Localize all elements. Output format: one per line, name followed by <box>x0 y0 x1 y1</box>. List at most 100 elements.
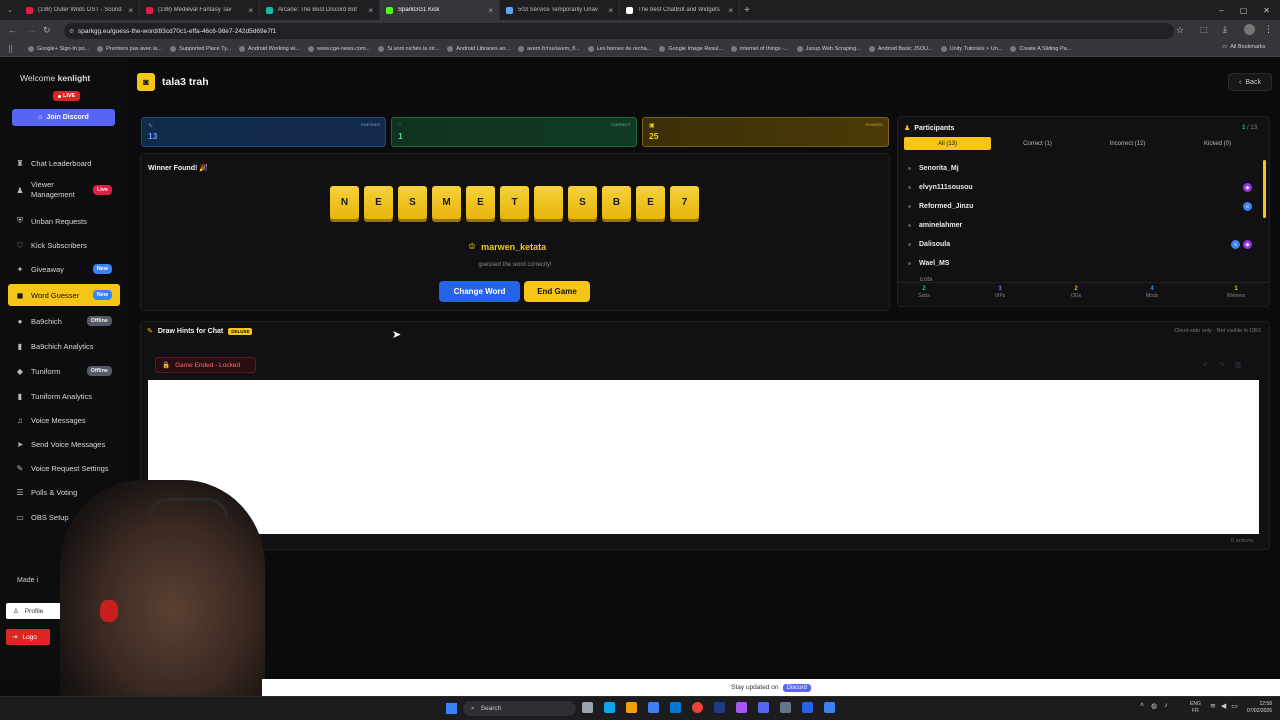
sidebar-item[interactable]: ◼ Word Guesser New <box>8 284 120 306</box>
forward-nav-icon[interactable]: → <box>27 25 36 35</box>
bookmark-item[interactable]: Supported Place Ty... <box>170 46 231 52</box>
bookmark-item[interactable]: Google+ Sign-In po... <box>28 46 89 52</box>
reload-icon[interactable]: ↻ <box>43 25 51 36</box>
discord-link[interactable]: Discord <box>782 683 811 692</box>
participant-row[interactable]: elvyn111sousou ◆ <box>908 179 1258 196</box>
drawing-canvas[interactable] <box>148 380 1259 534</box>
sidebar-item[interactable]: ♫ Voice Messages <box>8 409 120 431</box>
browser-tab[interactable]: Arcane: The Best Discord Bot × <box>260 0 380 20</box>
redo-icon[interactable]: ↷ <box>1219 361 1225 369</box>
bookmark-item[interactable]: Unity Tutorials > Un... <box>940 46 1002 52</box>
close-tab-icon[interactable]: × <box>248 6 253 15</box>
bookmark-item[interactable]: Jsoup Web Scraping... <box>796 46 861 52</box>
browser-tab[interactable]: (198) Medieval Fantasy Tav × <box>140 0 260 20</box>
taskbar-search[interactable]: ⌕ Search <box>463 701 576 716</box>
tab-correct[interactable]: Correct (1) <box>994 137 1081 150</box>
app-icon[interactable] <box>802 702 813 713</box>
trash-icon[interactable]: ▥ <box>1235 361 1242 369</box>
tab-incorrect[interactable]: Incorrect (12) <box>1084 137 1171 150</box>
bookmark-item[interactable]: www.cge-news.com... <box>308 46 370 52</box>
windows-start-icon[interactable] <box>446 703 457 714</box>
bookmark-item[interactable]: Si sont nichés la str... <box>378 46 439 52</box>
clock[interactable]: 12:58 07/02/2026 <box>1238 701 1272 715</box>
browser-tab[interactable]: The best ChatBot and Widgets × <box>620 0 740 20</box>
close-tab-icon[interactable]: × <box>368 6 373 15</box>
outlook-icon[interactable] <box>670 702 681 713</box>
tray-app-icon[interactable]: ◍ <box>1151 702 1157 710</box>
participant-row[interactable]: aminelahmer <box>908 217 1258 234</box>
browser-tab[interactable]: (198) Outer Wilds OST - Sound × <box>20 0 140 20</box>
task-view-icon[interactable] <box>582 702 593 713</box>
sidebar-item[interactable]: ♜ Chat Leaderboard <box>8 152 120 174</box>
back-nav-icon[interactable]: ← <box>8 25 17 35</box>
participant-row[interactable]: Senorita_Mj <box>908 160 1258 177</box>
volume-icon[interactable]: ◀ <box>1221 702 1226 710</box>
logout-button[interactable]: ⇥ Logo <box>6 629 50 645</box>
browser-menu-icon[interactable]: ⋮ <box>1264 24 1273 35</box>
battery-icon[interactable]: ▭ <box>1231 702 1238 710</box>
site-info-icon[interactable]: ⚙ <box>69 28 74 35</box>
tray-mic-icon[interactable]: ♪ <box>1164 702 1168 710</box>
end-game-button[interactable]: End Game <box>524 281 590 302</box>
close-tab-icon[interactable]: × <box>488 6 493 15</box>
maximize-icon[interactable]: ▢ <box>1240 6 1248 15</box>
sidebar-item[interactable]: ◆ Tuniform Offline <box>8 360 120 382</box>
participant-row[interactable]: Wael_MS <box>908 255 1258 272</box>
extensions-icon[interactable]: ⬚ <box>1200 25 1208 34</box>
edge-icon[interactable] <box>604 702 615 713</box>
bookmark-item[interactable]: internet of things -... <box>731 46 789 52</box>
bookmark-item[interactable]: Create A Sliding Pa... <box>1010 46 1071 52</box>
url-field[interactable]: ⚙ sparkgg.eu/guess-the-word/83cd70c1-eff… <box>64 23 1174 39</box>
steam-icon[interactable] <box>714 702 725 713</box>
wifi-icon[interactable]: ≋ <box>1210 702 1216 710</box>
participants-scrollbar[interactable] <box>1263 160 1266 218</box>
sidebar-item[interactable]: ♟ Viewer Management Live <box>8 177 120 203</box>
bookmark-item[interactable]: Premiers pas avec la... <box>97 46 162 52</box>
tray-chevron-icon[interactable]: ˄ <box>1140 702 1144 710</box>
sidebar-item[interactable]: ⛨ Unban Requests <box>8 210 120 232</box>
close-tab-icon[interactable]: × <box>728 6 733 15</box>
sidebar-item[interactable]: ▮ Tuniform Analytics <box>8 385 120 407</box>
sidebar-item[interactable]: ♡ Kick Subscribers <box>8 234 120 256</box>
bookmark-item[interactable]: avem.fr/rss/avem_fl... <box>518 46 580 52</box>
discord-taskbar-icon[interactable] <box>758 702 769 713</box>
bookmark-item[interactable]: Android Basic JSOU... <box>868 46 933 52</box>
language-indicator[interactable]: ENG FR <box>1190 701 1201 715</box>
browser-tab[interactable]: 503 Service Temporarily Unav × <box>500 0 620 20</box>
bookmark-item[interactable]: Google Image Resul... <box>659 46 723 52</box>
sidebar-item[interactable]: ✦ Giveaway New <box>8 258 120 280</box>
store-icon[interactable] <box>648 702 659 713</box>
apps-icon[interactable]: ⣿ <box>8 45 13 53</box>
sidebar-item[interactable]: ▮ Ba9chich Analytics <box>8 335 120 357</box>
undo-icon[interactable]: ↶ <box>1203 361 1209 369</box>
sidebar-item[interactable]: ● Ba9chich Offline <box>8 310 120 332</box>
tab-kicked[interactable]: Kicked (0) <box>1174 137 1261 150</box>
browser-tab[interactable]: SparkGG1 Kick × <box>380 0 500 20</box>
star-icon[interactable]: ☆ <box>1176 25 1184 36</box>
profile-avatar[interactable] <box>1244 24 1255 35</box>
close-window-icon[interactable]: ✕ <box>1263 6 1270 15</box>
participant-row[interactable]: Reformed_Jinzu ⚔ <box>908 198 1258 215</box>
download-icon[interactable]: ⤓ <box>1223 24 1227 35</box>
tab-list-icon[interactable]: ⌄ <box>0 6 20 14</box>
app-icon[interactable] <box>780 702 791 713</box>
bookmark-item[interactable]: Android Libraries an... <box>447 46 510 52</box>
new-tab-icon[interactable]: + <box>740 5 754 16</box>
back-button[interactable]: ‹ Back <box>1228 73 1272 91</box>
file-explorer-icon[interactable] <box>626 702 637 713</box>
chrome-icon[interactable] <box>692 702 703 713</box>
sidebar-item[interactable]: ➤ Send Voice Messages <box>8 433 120 455</box>
minimize-icon[interactable]: – <box>1219 6 1223 15</box>
all-bookmarks[interactable]: ▭ All Bookmarks <box>1222 44 1265 50</box>
participant-row[interactable]: Dalisoula ⚔ ◆ <box>908 236 1258 253</box>
bookmark-item[interactable]: Les bornes de recha... <box>587 46 651 52</box>
change-word-button[interactable]: Change Word <box>439 281 520 302</box>
sidebar-item[interactable]: ✎ Voice Request Settings <box>8 457 120 479</box>
teams-icon[interactable] <box>736 702 747 713</box>
app-icon[interactable] <box>824 702 835 713</box>
tab-all[interactable]: All (13) <box>904 137 991 150</box>
close-tab-icon[interactable]: × <box>608 6 613 15</box>
bookmark-item[interactable]: Android Working wi... <box>239 46 300 52</box>
join-discord-button[interactable]: ⌂ Join Discord <box>12 109 115 126</box>
close-tab-icon[interactable]: × <box>128 6 133 15</box>
